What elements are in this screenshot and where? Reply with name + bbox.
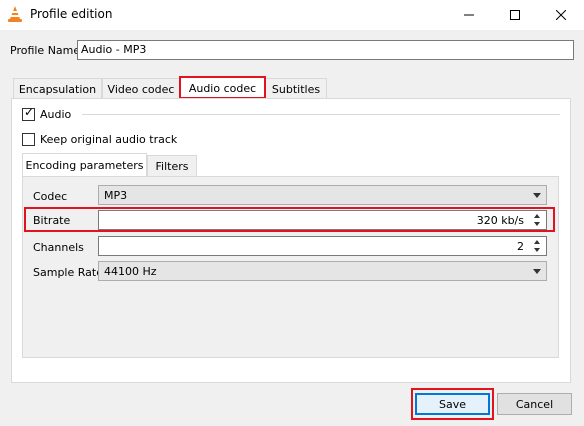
profile-name-label: Profile Name xyxy=(10,44,81,57)
sample-rate-label: Sample Rate xyxy=(33,266,103,279)
bitrate-row-highlight xyxy=(24,207,555,232)
audio-enable-checkbox[interactable]: ✓ xyxy=(22,105,35,121)
title-bar[interactable]: Profile edition xyxy=(0,0,584,30)
sample-rate-select[interactable]: 44100 Hz xyxy=(98,261,547,281)
maximize-button[interactable] xyxy=(492,0,538,30)
channels-spin-buttons[interactable] xyxy=(532,238,544,254)
spin-down-icon xyxy=(534,248,540,252)
tab-encapsulation[interactable]: Encapsulation xyxy=(13,78,102,100)
chevron-down-icon xyxy=(533,193,541,198)
checkmark-icon: ✓ xyxy=(24,105,35,119)
cancel-button[interactable]: Cancel xyxy=(497,393,572,415)
audio-codec-tab-highlight xyxy=(179,76,266,99)
audio-group-divider xyxy=(82,114,560,115)
minimize-button[interactable] xyxy=(446,0,492,30)
maximize-icon xyxy=(510,10,520,20)
close-button[interactable] xyxy=(538,0,584,30)
minimize-icon xyxy=(464,14,474,16)
subtab-encoding-parameters[interactable]: Encoding parameters xyxy=(22,153,147,177)
subtab-filters[interactable]: Filters xyxy=(147,155,197,177)
spin-up-icon xyxy=(534,240,540,244)
keep-original-audio-label: Keep original audio track xyxy=(40,133,178,146)
channels-value: 2 xyxy=(517,240,524,253)
tab-video-codec[interactable]: Video codec xyxy=(102,78,180,100)
vlc-cone-icon xyxy=(8,6,22,22)
save-button-highlight xyxy=(411,388,494,420)
audio-enable-label: Audio xyxy=(40,108,72,121)
codec-select[interactable]: MP3 xyxy=(98,185,547,205)
profile-name-input[interactable]: Audio - MP3 xyxy=(77,40,574,60)
sample-rate-select-value: 44100 Hz xyxy=(104,265,157,278)
window-title: Profile edition xyxy=(30,7,113,21)
channels-spinbox[interactable]: 2 xyxy=(98,236,547,256)
keep-original-audio-checkbox[interactable] xyxy=(22,133,35,146)
codec-select-value: MP3 xyxy=(104,189,128,202)
codec-label: Codec xyxy=(33,190,68,203)
channels-label: Channels xyxy=(33,241,84,254)
close-icon xyxy=(556,10,566,20)
chevron-down-icon xyxy=(533,269,541,274)
tab-subtitles[interactable]: Subtitles xyxy=(265,78,327,100)
